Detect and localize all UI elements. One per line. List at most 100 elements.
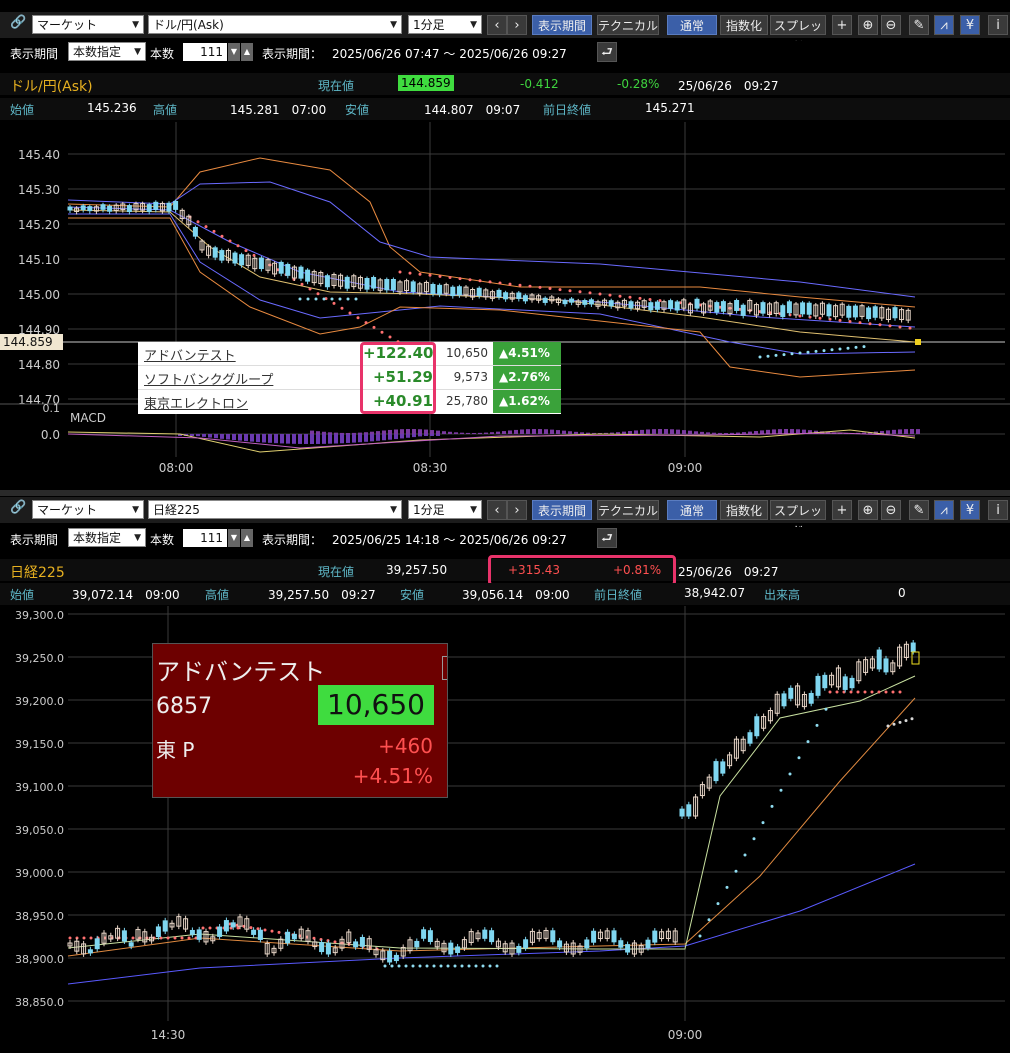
prev-button[interactable]: ‹ — [487, 500, 507, 520]
chart-line-icon[interactable]: ⩘ — [934, 500, 954, 520]
period-mode-select[interactable]: 本数指定 ▼ — [68, 42, 146, 61]
candle — [153, 201, 159, 210]
next-button[interactable]: › — [507, 500, 527, 520]
zoom-out-icon[interactable]: ⊖ — [881, 15, 901, 35]
index-button[interactable]: 指数化 — [720, 500, 768, 520]
pencil-icon[interactable]: ✎ — [909, 15, 929, 35]
top-symbol-select[interactable]: ドル/円(Ask) ▼ — [148, 15, 402, 34]
link-icon[interactable]: 🔗 — [10, 500, 26, 515]
bottom-period-row: 表示期間 本数指定 ▼ 本数 111 ▼ ▲ 表示期間： 2025/06/25 1… — [0, 527, 1010, 549]
candle — [668, 300, 674, 309]
display-period-button[interactable]: 表示期間 — [532, 500, 592, 520]
display-period-button[interactable]: 表示期間 — [532, 15, 592, 35]
panel-divider[interactable] — [0, 490, 1010, 496]
count-down-spinner[interactable]: ▼ — [228, 529, 240, 547]
reset-icon[interactable]: ⮐ — [597, 42, 617, 62]
top-price-chart[interactable]: 145.40145.30145.20145.10145.00144.90144.… — [0, 122, 1010, 490]
sar-dot — [346, 297, 350, 301]
candle — [219, 250, 225, 261]
period-mode-select[interactable]: 本数指定 ▼ — [68, 528, 146, 547]
count-down-spinner[interactable]: ▼ — [228, 43, 240, 61]
ranking-row[interactable]: アドバンテスト +122.40 10,650 ▲4.51% — [138, 342, 561, 366]
open-label: 始値 — [10, 103, 35, 117]
macd-bar — [340, 434, 344, 444]
bottom-interval-select[interactable]: 1分足 ▼ — [408, 500, 482, 519]
prev-close-value: 38,942.07 — [684, 586, 746, 600]
reset-icon[interactable]: ⮐ — [597, 528, 617, 548]
spread-button[interactable]: スプレッド — [770, 15, 826, 53]
ranking-row[interactable]: 東京エレクトロン +40.91 25,780 ▲1.62% — [138, 390, 561, 413]
candle — [734, 299, 740, 311]
sar-dot — [82, 936, 86, 940]
zoom-out-icon[interactable]: ⊖ — [881, 500, 901, 520]
technical-button[interactable]: テクニカル — [597, 15, 659, 35]
prev-button[interactable]: ‹ — [487, 15, 507, 35]
y-tick-label: 39,300.0 — [15, 609, 64, 622]
pencil-icon[interactable]: ✎ — [909, 500, 929, 520]
macd-bar — [400, 434, 404, 439]
candle — [883, 658, 889, 673]
bottom-market-select[interactable]: マーケット ▼ — [32, 500, 144, 519]
sar-dot — [308, 287, 312, 291]
ranking-name[interactable]: 東京エレクトロン — [144, 393, 248, 412]
stock-price: 10,650 — [318, 685, 434, 725]
sar-dot — [886, 724, 890, 728]
macd-bar — [658, 429, 662, 434]
index-button[interactable]: 指数化 — [720, 15, 768, 35]
link-icon[interactable]: 🔗 — [10, 15, 26, 30]
bottom-symbol-select[interactable]: 日経225 ▼ — [148, 500, 402, 519]
macd-bar — [370, 434, 374, 442]
count-input[interactable]: 111 — [183, 43, 227, 61]
info-icon[interactable]: i — [988, 15, 1008, 35]
candle — [94, 938, 100, 950]
next-button[interactable]: › — [507, 15, 527, 35]
candle — [353, 941, 359, 948]
technical-button[interactable]: テクニカル — [597, 500, 659, 520]
yen-icon[interactable]: ¥ — [960, 500, 980, 520]
candle — [456, 286, 462, 296]
candle — [414, 940, 420, 948]
x-tick-label: 14:30 — [151, 1028, 186, 1042]
spread-button[interactable]: スプレッド — [770, 500, 826, 538]
count-up-spinner[interactable]: ▲ — [241, 529, 253, 547]
count-input[interactable]: 111 — [183, 529, 227, 547]
sar-dot — [798, 351, 802, 355]
info-icon[interactable]: i — [988, 500, 1008, 520]
candle — [910, 642, 916, 653]
sar-dot — [173, 936, 177, 940]
candle — [503, 292, 509, 300]
macd-bar — [700, 431, 704, 434]
count-up-spinner[interactable]: ▲ — [241, 43, 253, 61]
ranking-name[interactable]: ソフトバンクグループ — [144, 369, 273, 388]
sar-dot — [488, 280, 492, 284]
ranking-name[interactable]: アドバンテスト — [144, 345, 236, 364]
macd-bar — [256, 434, 260, 443]
candle — [489, 930, 495, 943]
sar-dot — [884, 690, 888, 694]
top-interval-select[interactable]: 1分足 ▼ — [408, 15, 482, 34]
crosshair-icon[interactable]: + — [832, 15, 852, 35]
sar-dot — [204, 225, 208, 229]
zoom-in-icon[interactable]: ⊕ — [858, 15, 878, 35]
crosshair-icon[interactable]: + — [832, 500, 852, 520]
macd-bar — [424, 434, 428, 436]
macd-bar — [670, 429, 674, 434]
top-market-select[interactable]: マーケット ▼ — [32, 15, 144, 34]
sar-dot — [824, 707, 828, 711]
candle — [822, 674, 828, 689]
chart-line-icon[interactable]: ⩘ — [934, 15, 954, 35]
sar-dot — [878, 323, 882, 327]
sar-dot — [528, 284, 532, 288]
ranking-row[interactable]: ソフトバンクグループ +51.29 9,573 ▲2.76% — [138, 366, 561, 390]
sar-dot — [338, 297, 342, 301]
sar-dot — [877, 690, 881, 694]
top-quote-row: ドル/円(Ask) 現在値 144.859 -0.412 -0.28% 25/0… — [0, 73, 1010, 95]
sar-dot — [467, 964, 471, 968]
zoom-in-icon[interactable]: ⊕ — [858, 500, 878, 520]
normal-button[interactable]: 通常 — [667, 15, 717, 35]
normal-button[interactable]: 通常 — [667, 500, 717, 520]
yen-icon[interactable]: ¥ — [960, 15, 980, 35]
macd-bar — [292, 434, 296, 444]
candle — [359, 936, 365, 947]
macd-bar — [628, 431, 632, 434]
